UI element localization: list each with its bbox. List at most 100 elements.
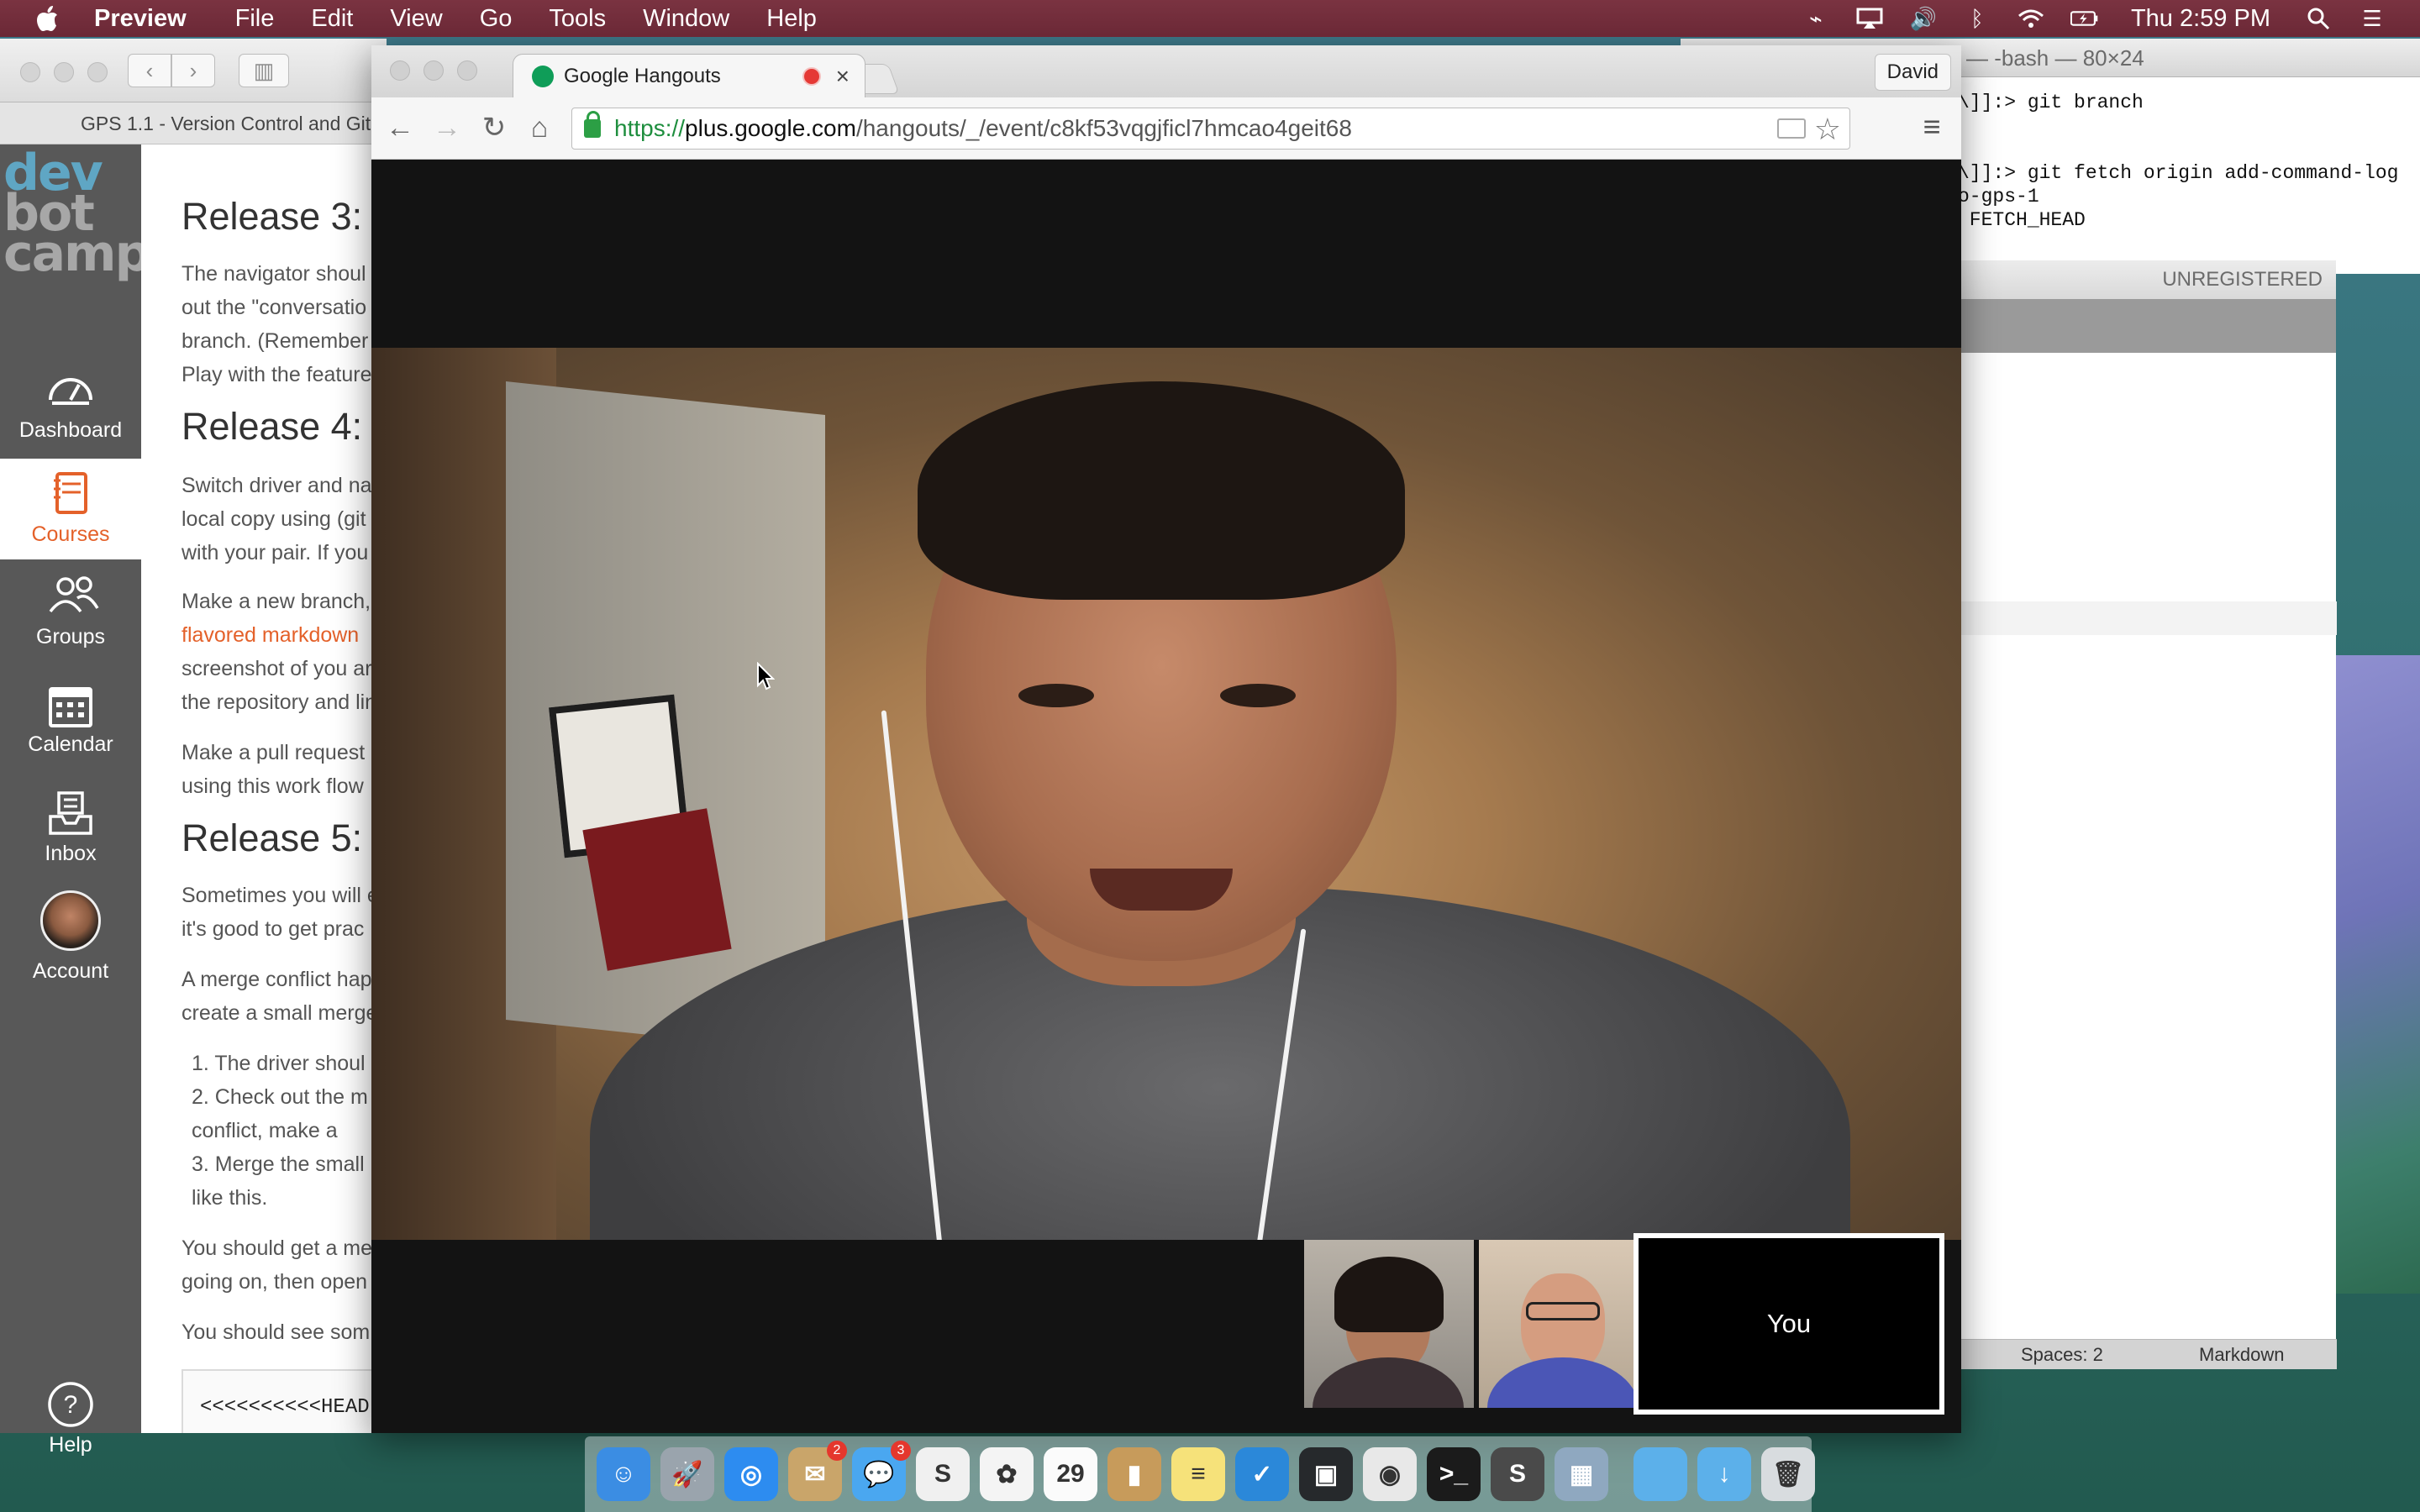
tab-google-hangouts[interactable]: Google Hangouts ×: [513, 54, 865, 97]
sublime-text-icon[interactable]: S: [1491, 1447, 1544, 1501]
chrome-window[interactable]: Google Hangouts × David ← → ↻ ⌂ https://…: [371, 45, 1961, 1433]
sidebar-toggle-button[interactable]: ▥: [239, 54, 289, 87]
mail-icon[interactable]: ✉ 2: [788, 1441, 847, 1501]
sidebar-item-groups[interactable]: Groups: [0, 571, 141, 664]
ordered-list-item: 1. The driver shoul: [192, 1052, 366, 1075]
wifi-icon[interactable]: [2017, 7, 2045, 30]
chrome-menu-icon[interactable]: ≡: [1914, 109, 1949, 144]
menu-view[interactable]: View: [390, 5, 442, 33]
notes-icon[interactable]: ≡: [1171, 1447, 1225, 1501]
finder-icon[interactable]: ☺: [597, 1447, 650, 1501]
slack-icon[interactable]: S: [916, 1447, 970, 1501]
paragraph-line: local copy using (git: [182, 507, 366, 531]
camera-permission-icon[interactable]: [1777, 118, 1806, 139]
volume-icon[interactable]: 🔊: [1909, 6, 1938, 31]
chrome-icon[interactable]: ◉: [1363, 1447, 1417, 1501]
calendar-icon[interactable]: 29: [1044, 1447, 1097, 1501]
menubar-clock[interactable]: Thu 2:59 PM: [2131, 5, 2270, 33]
home-icon[interactable]: ⌂: [521, 109, 558, 146]
sublime-text-window[interactable]: UNREGISTERED Spaces: 2 Markdown: [1933, 260, 2337, 1369]
back-arrow-icon[interactable]: ←: [381, 109, 418, 146]
paragraph-line: Make a pull request: [182, 741, 366, 764]
trash-icon[interactable]: 🗑: [1761, 1447, 1815, 1501]
contacts-icon[interactable]: ▮: [1107, 1447, 1161, 1501]
apple-menu-icon[interactable]: [35, 4, 60, 33]
devbootcamp-logo[interactable]: dev bot camp: [0, 144, 151, 328]
screenhero-icon[interactable]: ▣: [1299, 1447, 1353, 1501]
url-scheme: https://: [614, 115, 686, 141]
spotlight-icon[interactable]: [2304, 7, 2333, 30]
menu-file[interactable]: File: [235, 5, 275, 33]
reload-icon[interactable]: ↻: [476, 109, 513, 146]
self-video-tile[interactable]: You: [1634, 1233, 1944, 1415]
menu-window[interactable]: Window: [643, 5, 729, 33]
window-minimize-button[interactable]: [54, 62, 74, 82]
sidebar-item-dashboard[interactable]: Dashboard: [0, 356, 141, 454]
menu-go[interactable]: Go: [480, 5, 513, 33]
window-close-button[interactable]: [390, 60, 410, 81]
sidebar-item-inbox[interactable]: Inbox: [0, 785, 141, 882]
tab-close-button[interactable]: ×: [836, 63, 850, 90]
screenhero-status-icon[interactable]: ⌁: [1802, 6, 1830, 31]
url-path: /hangouts/_/event/c8kf53vqgjficl7hmcao4g…: [855, 115, 1352, 141]
preview-document-title: GPS 1.1 - Version Control and Git: [0, 102, 387, 144]
paragraph-line: the repository and lin: [182, 690, 377, 714]
menu-tools[interactable]: Tools: [549, 5, 606, 33]
paragraph-line: You should see som: [182, 1320, 371, 1344]
sublime-spaces-setting[interactable]: Spaces: 2: [2021, 1344, 2103, 1366]
messages-icon[interactable]: 💬 3: [852, 1441, 911, 1501]
profile-button[interactable]: David: [1874, 54, 1951, 91]
sublime-tab-bar[interactable]: [1933, 299, 2336, 353]
applications-folder-icon[interactable]: [1634, 1447, 1687, 1501]
downloads-folder-icon[interactable]: ↓: [1697, 1447, 1751, 1501]
sidebar-item-courses[interactable]: Courses: [0, 459, 141, 559]
safari-icon[interactable]: ◎: [724, 1447, 778, 1501]
sidebar-item-help[interactable]: ? Help: [0, 1381, 141, 1465]
paragraph-line: Sometimes you will e: [182, 884, 379, 907]
mouse-cursor-icon: [757, 662, 775, 690]
menu-help[interactable]: Help: [766, 5, 817, 33]
address-bar[interactable]: https://plus.google.com/hangouts/_/event…: [571, 108, 1850, 150]
preview-icon[interactable]: ▦: [1555, 1447, 1608, 1501]
preview-toolbar: ‹ › ▥: [0, 39, 387, 102]
menu-edit[interactable]: Edit: [311, 5, 353, 33]
window-close-button[interactable]: [20, 62, 40, 82]
github-flavored-markdown-link[interactable]: flavored markdown: [182, 623, 359, 648]
sidebar-item-label: Inbox: [45, 842, 97, 865]
sidebar-item-label: Groups: [36, 625, 105, 648]
sublime-syntax-setting[interactable]: Markdown: [2199, 1344, 2284, 1366]
battery-icon[interactable]: [2070, 7, 2099, 30]
bookmark-star-icon[interactable]: ☆: [1814, 112, 1841, 147]
participant-thumbnail[interactable]: [1479, 1240, 1649, 1408]
notification-center-icon[interactable]: ☰: [2358, 6, 2386, 31]
forward-arrow-icon[interactable]: →: [429, 109, 466, 146]
sidebar-item-label: Calendar: [28, 732, 113, 756]
paragraph-line: it's good to get prac: [182, 917, 365, 941]
logo-line-camp: camp: [3, 224, 151, 283]
wunderlist-icon[interactable]: ✓: [1235, 1447, 1289, 1501]
participant-thumbnail[interactable]: [1304, 1240, 1474, 1408]
ordered-list-item: conflict, make a: [192, 1119, 338, 1142]
window-zoom-button[interactable]: [457, 60, 477, 81]
airplay-icon[interactable]: [1855, 7, 1884, 30]
photos-icon[interactable]: ✿: [980, 1447, 1034, 1501]
ordered-list-item: like this.: [192, 1186, 268, 1210]
courses-icon: [47, 472, 94, 514]
avatar: [40, 890, 101, 951]
back-button[interactable]: ‹: [128, 54, 171, 87]
notification-badge: 3: [891, 1441, 911, 1461]
window-zoom-button[interactable]: [87, 62, 108, 82]
bluetooth-icon[interactable]: ᛒ: [1963, 6, 1991, 31]
sidebar-item-account[interactable]: Account: [0, 890, 141, 996]
window-minimize-button[interactable]: [424, 60, 444, 81]
desktop-wallpaper-art: [2336, 655, 2420, 1294]
recording-indicator-icon: [802, 66, 821, 86]
forward-button[interactable]: ›: [171, 54, 215, 87]
chrome-toolbar: ← → ↻ ⌂ https://plus.google.com/hangouts…: [371, 97, 1961, 160]
menu-app-name[interactable]: Preview: [94, 5, 187, 33]
launchpad-icon[interactable]: 🚀: [660, 1447, 714, 1501]
main-video-feed[interactable]: [371, 348, 1961, 1240]
sidebar-item-calendar[interactable]: Calendar: [0, 675, 141, 773]
terminal-icon[interactable]: >_: [1427, 1447, 1481, 1501]
preview-window[interactable]: ‹ › ▥ GPS 1.1 - Version Control and Git …: [0, 39, 387, 1457]
